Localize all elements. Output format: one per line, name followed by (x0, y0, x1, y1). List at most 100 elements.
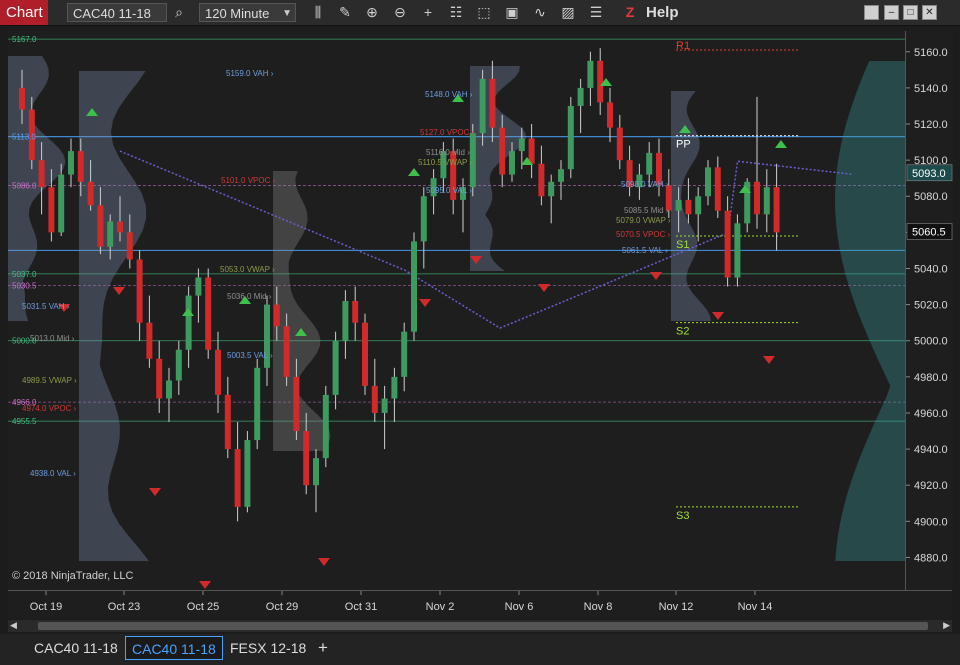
candle-body (695, 196, 702, 215)
candle (714, 156, 721, 218)
instrument-selector[interactable]: CAC40 11-18 (67, 3, 167, 22)
candle (538, 145, 545, 206)
swing-low-marker (538, 284, 550, 292)
price-tick-label: 5160.0 (914, 47, 948, 59)
add-tab-button[interactable]: + (312, 636, 334, 660)
candlestick-chart: R1 PP S1 S2 S3 5167.0 5113.0 5086.0 5037.0 5030.5… (8, 35, 905, 603)
draw-icon[interactable]: ✎ (335, 2, 355, 22)
level-label: 5167.0 (12, 35, 37, 44)
candle-body (607, 102, 613, 128)
candle-body (19, 87, 25, 110)
date-tick-label: Oct 29 (266, 601, 298, 613)
candle-body (136, 259, 143, 323)
z-icon[interactable]: Z (622, 4, 638, 21)
candle-body (48, 187, 55, 233)
chart-panel[interactable]: R1 PP S1 S2 S3 5167.0 5113.0 5086.0 5037.0 5030.5… (8, 31, 905, 603)
instrument-tab-bar: CAC40 11-18 CAC40 11-18 FESX 12-18 + (0, 634, 960, 665)
data-box-icon[interactable]: ⬚ (474, 2, 494, 22)
profile-label: 5098.0 VAH › (621, 180, 669, 189)
zoom-out-icon[interactable]: ⊖ (390, 2, 410, 22)
candle-body (391, 376, 398, 399)
horizontal-scrollbar[interactable]: ◀ ▶ (8, 620, 952, 632)
level-label: 4955.5 (12, 417, 37, 426)
tab-instrument-2[interactable]: CAC40 11-18 (125, 636, 223, 660)
strategies-icon[interactable]: ∿ (530, 2, 550, 22)
tile-icon[interactable] (864, 5, 879, 20)
pivot-label: S1 (676, 239, 689, 251)
candle (195, 268, 202, 323)
candle-body (714, 167, 721, 211)
chart-window-label[interactable]: Chart (0, 0, 48, 25)
zoom-in-icon[interactable]: ⊕ (362, 2, 382, 22)
scroll-right-icon[interactable]: ▶ (943, 620, 950, 631)
crosshair-icon[interactable]: + (418, 2, 438, 22)
candle-body (499, 127, 506, 175)
candle (695, 187, 702, 242)
swing-low-marker (712, 312, 724, 320)
candle (587, 51, 594, 106)
candle-body (332, 340, 339, 395)
candle-body (107, 221, 114, 247)
candle-body (58, 174, 65, 233)
maximize-icon[interactable]: □ (903, 5, 918, 20)
profile-label: 5070.5 VPOC › (616, 230, 671, 239)
swing-low-marker (149, 488, 161, 496)
panel-icon[interactable]: ☰ (586, 2, 606, 22)
candle-body (646, 152, 653, 175)
profile-label: 5085.5 Mid › (624, 206, 669, 215)
candle (146, 295, 153, 368)
candle-body (175, 349, 182, 381)
help-menu[interactable]: Help (646, 0, 679, 25)
candle-body (705, 167, 711, 197)
tab-instrument-1[interactable]: CAC40 11-18 (28, 636, 124, 660)
profile-label: 5148.0 VAH › (425, 90, 473, 99)
scroll-left-icon[interactable]: ◀ (10, 620, 17, 631)
candle-body (489, 78, 496, 128)
candle-body (254, 367, 261, 441)
profile-label: 5003.5 VAL › (227, 351, 273, 360)
candle-body (754, 181, 760, 215)
date-axis[interactable]: Oct 19 Oct 23 Oct 25 Oct 29 Oct 31 Nov 2 Nov 6… (8, 590, 952, 619)
scroll-thumb[interactable] (38, 622, 928, 630)
candle (705, 160, 711, 206)
bar-type-icon[interactable]: ⫼ (308, 2, 328, 22)
close-icon[interactable]: ✕ (922, 5, 937, 20)
price-tag-label: 5060.5 (912, 226, 946, 238)
price-tick-label: 4960.0 (914, 408, 948, 420)
candle (175, 340, 182, 395)
candle-body (518, 138, 525, 152)
profile-label: 4974.0 VPOC › (22, 404, 77, 413)
profile-label: 5101.0 VPOC › (221, 176, 276, 185)
date-tick-label: Nov 6 (505, 601, 534, 613)
candle (597, 48, 604, 115)
swing-low-marker (318, 558, 330, 566)
price-axis[interactable]: 5160.05140.05120.05100.05080.05060.05040… (905, 31, 953, 590)
properties-icon[interactable]: ☷ (446, 2, 466, 22)
interval-selector[interactable]: 120 Minute ▼ (199, 3, 296, 22)
level-label: 5030.5 (12, 282, 37, 291)
candle-body (773, 187, 780, 233)
profile-label: 5095.0 VAL › (426, 186, 472, 195)
swing-low-marker (199, 581, 211, 589)
minimize-icon[interactable]: – (884, 5, 899, 20)
chart-toolbar: Chart CAC40 11-18 ⌕ 120 Minute ▼ ⫼ ✎ ⊕ ⊖… (0, 0, 960, 26)
candle-body (166, 380, 172, 399)
swing-high-marker (182, 308, 194, 316)
profile-label: 5061.5 VAL › (622, 246, 668, 255)
candle (616, 114, 623, 170)
tab-instrument-3[interactable]: FESX 12-18 (224, 636, 312, 660)
candle-body (616, 127, 623, 161)
candle (313, 449, 319, 513)
candle-body (685, 199, 692, 215)
swing-low-marker (763, 356, 775, 364)
candle (724, 196, 731, 287)
candle (185, 286, 192, 368)
level-label: 5113.0 (12, 133, 36, 142)
price-tick-label: 4980.0 (914, 372, 948, 384)
candle (607, 87, 613, 143)
indicators-icon[interactable]: ▨ (558, 2, 578, 22)
price-tick-label: 5020.0 (914, 300, 948, 312)
search-icon[interactable]: ⌕ (169, 2, 189, 22)
candle (224, 376, 231, 459)
templates-icon[interactable]: ▣ (502, 2, 522, 22)
